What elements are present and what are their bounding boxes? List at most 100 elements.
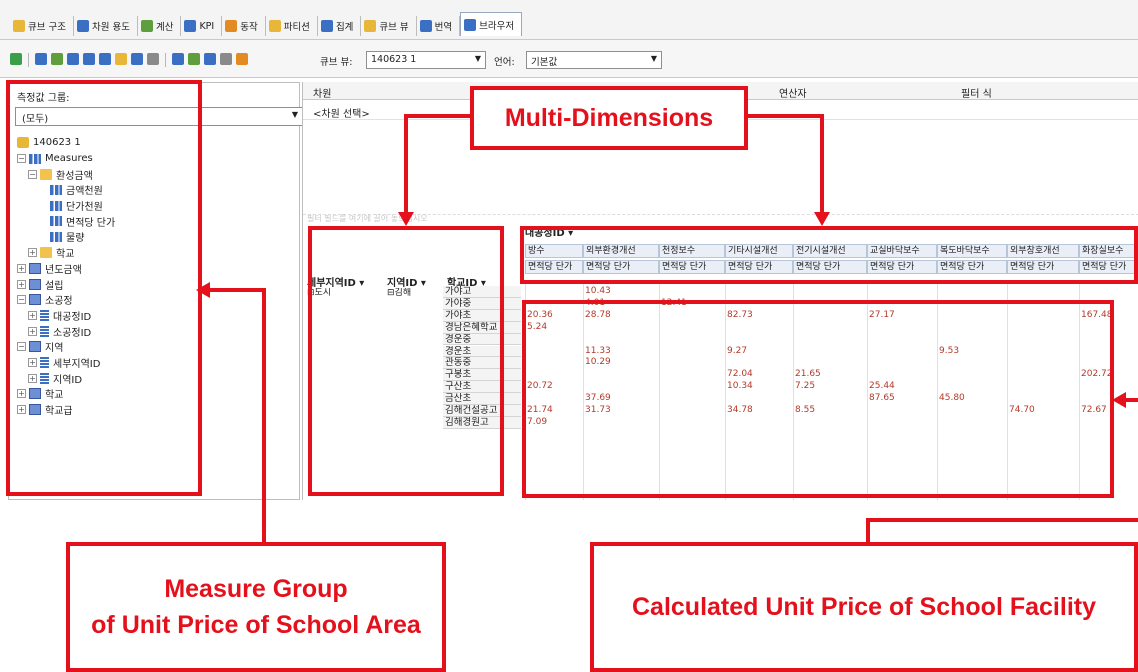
tab-7[interactable]: 큐브 뷰 [361, 16, 417, 36]
column-header[interactable]: 교실바닥보수 [867, 244, 937, 258]
column-header[interactable]: 천정보수 [659, 244, 725, 258]
tree-node[interactable]: + 지역ID [17, 370, 115, 386]
sort-asc-icon[interactable] [67, 53, 79, 65]
arrow-head-icon [398, 212, 414, 226]
unit-header: 면적당 단가 [725, 260, 793, 274]
clear-icon[interactable] [115, 53, 127, 65]
row-member-school[interactable]: 금산초 [443, 393, 521, 405]
row-member-school[interactable]: 관동중 [443, 357, 521, 370]
tab-label: KPI [199, 20, 215, 32]
expand-icon[interactable]: + [28, 310, 37, 320]
expand-icon[interactable]: + [17, 279, 26, 289]
row-member-detail-region[interactable]: ⊟도시 [307, 288, 331, 299]
tree-node[interactable]: 140623 1 [17, 135, 115, 151]
tree-node[interactable]: + 년도금액 [17, 261, 115, 277]
tree-node[interactable]: + 학교급 [17, 402, 115, 418]
refresh-icon[interactable] [10, 53, 22, 65]
tree-node[interactable]: 금액천원 [17, 182, 115, 198]
select-dimension-cell[interactable]: <차원 선택> [313, 105, 370, 120]
chevron-down-icon: ▾ [417, 278, 426, 289]
unit-header: 면적당 단가 [793, 260, 867, 274]
column-header[interactable]: 화장실보수 [1079, 244, 1138, 258]
column-header[interactable]: 복도바닥보수 [937, 244, 1007, 258]
row-member-school[interactable]: 경남은혜학교 [443, 321, 521, 334]
layout-icon[interactable] [131, 53, 143, 65]
measure-group-select[interactable]: (모두) ▼ [15, 107, 305, 126]
tree-node-label: 소공정ID [53, 327, 92, 339]
tree-node[interactable]: + 대공정ID [17, 308, 115, 324]
column-dimension-header[interactable]: 대공정ID ▾ [525, 224, 573, 239]
tree-node[interactable]: 단가천원 [17, 198, 115, 214]
cube-view-value: 140623 1 [371, 54, 417, 65]
tree-node[interactable]: + 학교 [17, 386, 115, 402]
tree-node[interactable]: + 소공정ID [17, 323, 115, 339]
row-dimension-header-region[interactable]: 지역ID ▾ [387, 274, 426, 289]
tree-node[interactable]: 물량 [17, 229, 115, 245]
tab-5[interactable]: 파티션 [266, 16, 318, 36]
value-cell: 45.80 [939, 393, 965, 404]
expand-icon[interactable]: + [28, 373, 37, 383]
row-member-region[interactable]: ⊟김해 [387, 288, 411, 299]
value-cell: 21.74 [527, 405, 553, 415]
expand-icon[interactable]: + [17, 389, 26, 399]
row-member-school[interactable]: 김해건설공고 [443, 405, 521, 417]
expand-icon[interactable]: + [17, 263, 26, 273]
user-icon[interactable] [236, 53, 248, 65]
row-member-school[interactable]: 가야중 [443, 297, 521, 310]
tree-node[interactable]: + 설립 [17, 276, 115, 292]
row-member-school[interactable]: 구봉초 [443, 369, 521, 382]
tab-9[interactable]: 브라우저 [460, 12, 523, 36]
arrow-line [208, 288, 266, 292]
tree-node-label: 학교 [56, 249, 75, 261]
column-header[interactable]: 방수 [525, 244, 583, 258]
tab-6[interactable]: 집계 [318, 16, 362, 36]
language-select[interactable]: 기본값 ▼ [526, 51, 662, 69]
column-header[interactable]: 외부창호개선 [1007, 244, 1079, 258]
tab-8[interactable]: 번역 [417, 16, 461, 36]
tree-node[interactable]: − 지역 [17, 339, 115, 355]
tab-2[interactable]: 계산 [138, 16, 182, 36]
collapse-icon[interactable]: − [17, 342, 26, 352]
column-header[interactable]: 외부환경개선 [583, 244, 659, 258]
collapse-icon[interactable]: − [17, 154, 26, 164]
value-cell: 87.65 [869, 393, 895, 404]
column-header[interactable]: 기타시설개선 [725, 244, 793, 258]
tab-4[interactable]: 동작 [222, 16, 266, 36]
tab-1[interactable]: 차원 용도 [74, 16, 138, 36]
expand-icon[interactable]: + [28, 357, 37, 367]
tab-icon [13, 20, 25, 32]
tree-node[interactable]: + 학교 [17, 245, 115, 261]
expand-icon[interactable]: + [17, 405, 26, 415]
row-member-school[interactable]: 경운초 [443, 345, 521, 358]
filter-icon[interactable] [99, 53, 111, 65]
column-header[interactable]: 전기시설개선 [793, 244, 867, 258]
row-member-school[interactable]: 김해경원고 [443, 416, 521, 429]
tree-node[interactable]: 면적당 단가 [17, 213, 115, 229]
collapse-icon[interactable]: − [28, 169, 37, 179]
auto-exec-icon[interactable] [147, 53, 159, 65]
help-icon[interactable] [220, 53, 232, 65]
expand-icon[interactable]: + [28, 326, 37, 336]
tree-node[interactable]: − 소공정 [17, 292, 115, 308]
show-empty-icon[interactable] [172, 53, 184, 65]
tree-node[interactable]: − 환성금액 [17, 166, 115, 182]
arrow-line [404, 114, 408, 214]
tab-3[interactable]: KPI [181, 16, 223, 36]
drillthrough-icon[interactable] [188, 53, 200, 65]
row-member-school[interactable]: 가야초 [443, 309, 521, 322]
sort-desc-icon[interactable] [83, 53, 95, 65]
tree-node[interactable]: + 세부지역ID [17, 355, 115, 371]
reconnect-icon[interactable] [35, 53, 47, 65]
tree-node[interactable]: − Measures [17, 151, 115, 167]
row-dimension-header-detail-region[interactable]: 세부지역ID ▾ [307, 274, 364, 289]
cube-view-select[interactable]: 140623 1 ▼ [366, 51, 486, 69]
row-member-school[interactable]: 구산초 [443, 381, 521, 394]
perspective-icon[interactable] [204, 53, 216, 65]
row-member-school[interactable]: 경운중 [443, 333, 521, 346]
expand-icon[interactable]: + [28, 248, 37, 258]
collapse-icon[interactable]: − [17, 295, 26, 305]
row-member-school[interactable]: 가야고 [443, 286, 521, 298]
filter-drop-zone[interactable]: 필터 필드를 여기에 끌어 놓으십시오 [303, 214, 1138, 223]
process-icon[interactable] [51, 53, 63, 65]
tab-0[interactable]: 큐브 구조 [10, 16, 74, 36]
